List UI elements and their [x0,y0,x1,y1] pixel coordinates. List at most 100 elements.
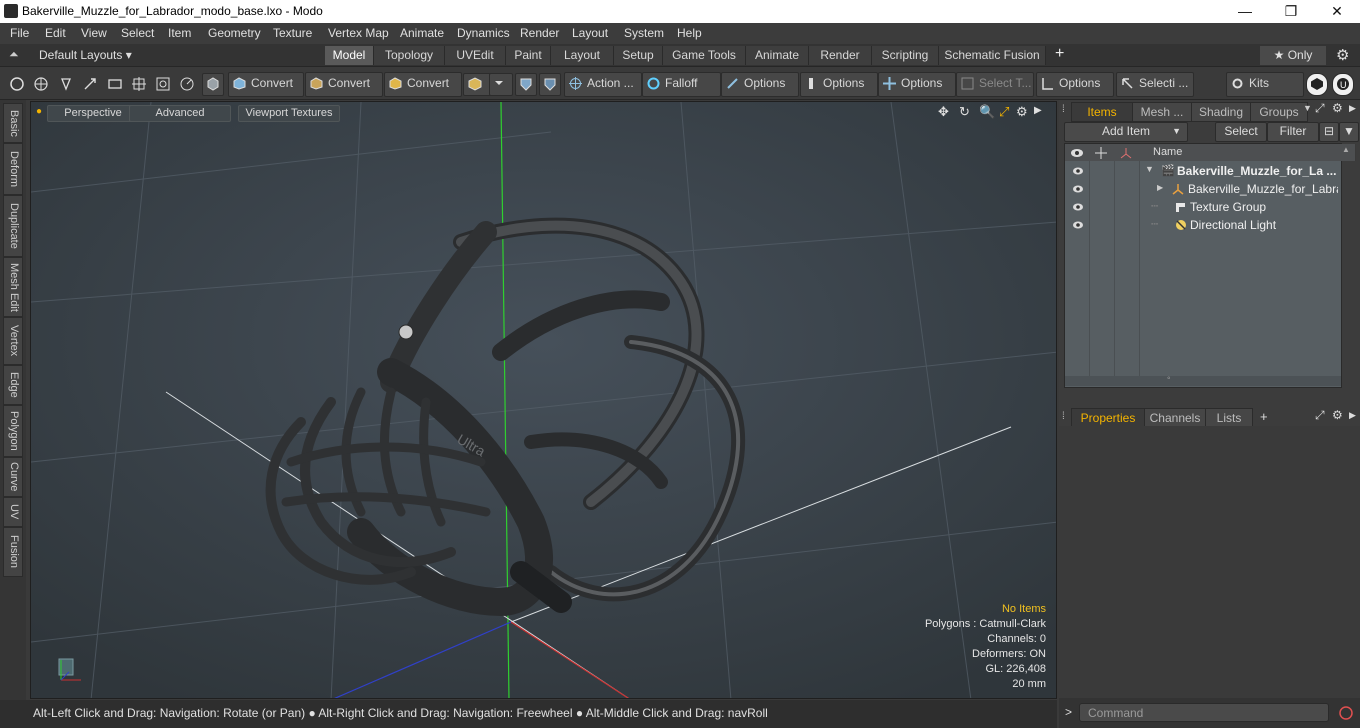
select-button[interactable]: Select [1215,122,1267,142]
funnel-filter-icon[interactable]: ▼ [1339,122,1359,142]
menu-layout[interactable]: Layout [572,26,608,40]
center-pivot-icon[interactable] [128,73,148,94]
vtab-fusion[interactable]: Fusion [3,527,23,577]
tab-schematic-fusion[interactable]: Schematic Fusion [939,46,1046,65]
shaded-cube-icon[interactable] [202,73,224,96]
select-materials-icon[interactable] [104,73,124,94]
frame-icon[interactable] [152,73,172,94]
menu-animate[interactable]: Animate [400,26,444,40]
viewport-settings-gear-icon[interactable]: ⚙ [1016,104,1028,120]
menu-help[interactable]: Help [677,26,702,40]
add-props-tab-icon[interactable]: + [1260,409,1268,424]
item-row-texture-group[interactable]: ┄ Texture Group [1065,198,1341,216]
convert-button-3[interactable]: Convert [384,72,462,97]
menu-edit[interactable]: Edit [45,26,66,40]
mesh-expand-chevron-right-icon[interactable]: ▶ [1157,183,1163,192]
add-tab-icon[interactable]: + [1055,45,1064,63]
selection-sets-button[interactable]: Selecti ... [1116,72,1194,97]
name-column-header[interactable]: Name [1139,144,1356,161]
collapse-all-icon[interactable]: ⊟ [1319,122,1339,142]
tab-setup[interactable]: Setup [614,46,663,65]
vtab-curve[interactable]: Curve [3,457,23,497]
zoom-icon[interactable]: 🔍 [979,104,995,120]
3d-viewport[interactable]: Ultra ● Perspective Advanced Viewport Te… [30,101,1057,699]
vtab-mesh-edit[interactable]: Mesh Edit [3,257,23,317]
menu-render[interactable]: Render [520,26,559,40]
type-column-icon[interactable] [1114,144,1140,161]
item-row-directional-light[interactable]: ┄ Directional Light [1065,216,1341,234]
menu-dynamics[interactable]: Dynamics [457,26,510,40]
visibility-eye-icon[interactable] [1072,202,1084,212]
layout-collapse-icon[interactable]: ⏶ [9,47,19,62]
options-button-2[interactable]: Options [800,72,878,97]
visibility-eye-icon[interactable] [1072,220,1084,230]
vtab-basic[interactable]: Basic [3,103,23,143]
tab-groups[interactable]: Groups [1250,102,1308,122]
vtab-uv[interactable]: UV [3,497,23,527]
panel-expand-arrow-icon[interactable]: ▶ [1349,103,1356,114]
visibility-eye-icon[interactable] [1072,166,1084,176]
select-vertices-icon[interactable] [6,73,26,94]
menu-file[interactable]: File [10,26,29,40]
add-item-button[interactable]: Add Item ▼ [1064,122,1188,142]
vtab-deform[interactable]: Deform [3,143,23,195]
snap-dropdown-chevron-down-icon[interactable] [489,73,513,96]
maximize-button[interactable]: ❐ [1268,0,1314,23]
convert-button-2[interactable]: Convert [305,72,383,97]
workplane-icon[interactable] [539,73,561,96]
props-expand-arrow-icon[interactable]: ▶ [1349,410,1356,421]
vtab-duplicate[interactable]: Duplicate [3,195,23,257]
props-maximize-icon[interactable]: ⤢ [1315,408,1325,423]
default-layouts-dropdown[interactable]: Default Layouts ▾ [39,48,132,62]
item-row-mesh[interactable]: ▶ Bakerville_Muzzle_for_Labra... [1065,180,1341,198]
snap-icon[interactable] [463,73,491,96]
panel-maximize-icon[interactable]: ⤢ [1315,101,1325,116]
menu-system[interactable]: System [624,26,664,40]
vtab-polygon[interactable]: Polygon [3,405,23,457]
select-polygons-icon[interactable] [55,73,75,94]
menu-select[interactable]: Select [121,26,154,40]
close-button[interactable]: ✕ [1314,0,1360,23]
item-list[interactable]: Name ▼ 🎬 Bakerville_Muzzle_for_La ... ▶ … [1064,143,1356,388]
panel-settings-gear-icon[interactable]: ⚙ [1332,101,1343,115]
tab-render[interactable]: Render [809,46,872,65]
props-panel-grip-icon[interactable]: ⁞ [1062,411,1065,422]
menu-vertex-map[interactable]: Vertex Map [328,26,389,40]
list-scroll-up-icon[interactable]: ▲ [1342,145,1350,154]
circle-select-icon[interactable] [176,73,196,94]
props-settings-gear-icon[interactable]: ⚙ [1332,408,1343,422]
gear-icon[interactable]: ⚙ [1336,46,1349,64]
command-input[interactable]: Command [1079,703,1329,722]
tab-model[interactable]: Model [325,46,374,65]
pan-icon[interactable]: ✥ [938,104,949,120]
select-items-icon[interactable] [79,73,99,94]
only-toggle[interactable]: ★ Only [1260,46,1326,65]
panel-grip-icon[interactable]: ⁞ [1062,104,1065,115]
rotate-icon[interactable]: ↻ [959,104,970,120]
tab-properties[interactable]: Properties [1071,408,1145,428]
options-button-4[interactable]: Options [1036,72,1114,97]
record-macro-icon[interactable] [1339,706,1353,720]
tab-topology[interactable]: Topology [374,46,445,65]
vtab-vertex[interactable]: Vertex [3,317,23,365]
tab-game-tools[interactable]: Game Tools [663,46,746,65]
symmetry-icon[interactable] [515,73,537,96]
filter-button[interactable]: Filter [1267,122,1319,142]
select-edges-icon[interactable] [30,73,50,94]
tab-items[interactable]: Items [1071,102,1133,122]
minimize-button[interactable]: — [1222,0,1268,23]
kits-button[interactable]: Kits [1226,72,1304,97]
tab-uvedit[interactable]: UVEdit [445,46,506,65]
falloff-button[interactable]: Falloff [642,72,721,97]
unity-icon[interactable] [1306,73,1328,96]
menu-item[interactable]: Item [168,26,191,40]
lock-column-icon[interactable] [1089,144,1115,161]
tab-channels[interactable]: Channels [1144,408,1206,428]
tabs-overflow-chevron-down-icon[interactable]: ▼ [1303,103,1312,113]
tab-scripting[interactable]: Scripting [872,46,939,65]
maximize-viewport-icon[interactable]: ⤢ [999,104,1009,120]
tab-mesh-ops[interactable]: Mesh ... [1132,102,1192,122]
advanced-shading-button[interactable]: Advanced [129,105,231,122]
unreal-icon[interactable]: U [1332,73,1354,96]
visibility-eye-icon[interactable] [1072,184,1084,194]
